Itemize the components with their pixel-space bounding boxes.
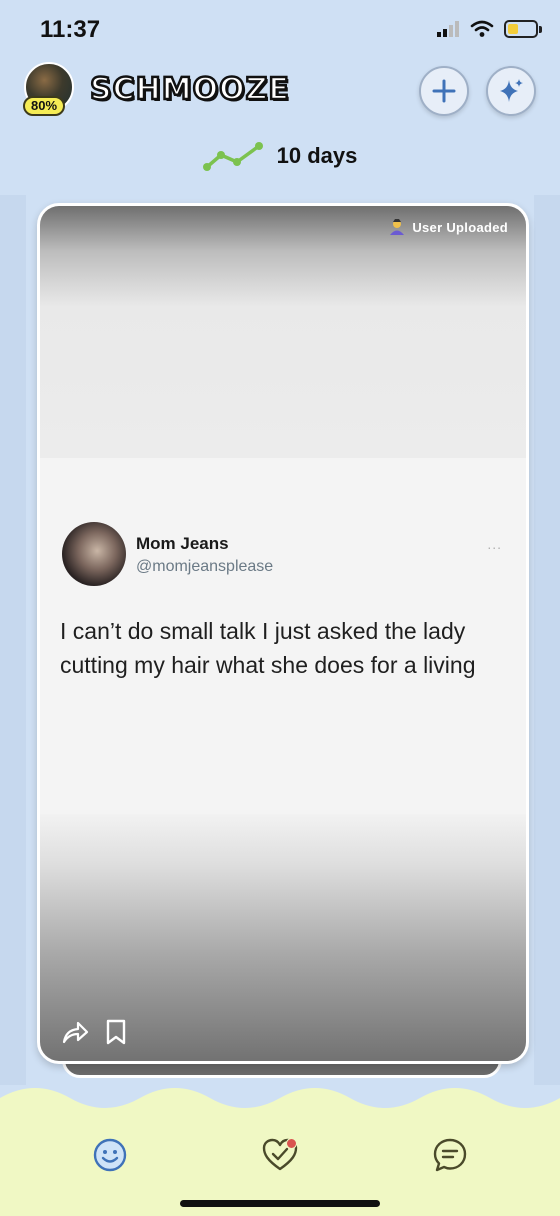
card-actions <box>60 1018 128 1046</box>
source-tag: User Uploaded <box>388 218 508 236</box>
trend-line-icon <box>202 142 263 171</box>
status-time: 11:37 <box>40 16 101 43</box>
left-card-edge <box>0 195 26 1085</box>
status-icons <box>436 20 542 38</box>
profile-percent-badge: 80% <box>23 96 66 116</box>
tweet-author-avatar <box>62 522 126 586</box>
home-indicator[interactable] <box>180 1200 380 1207</box>
battery-icon <box>504 20 542 38</box>
wifi-icon <box>470 20 494 37</box>
sparkle-button[interactable] <box>486 66 536 116</box>
bottom-nav <box>0 1130 560 1190</box>
signal-icon <box>437 21 459 37</box>
profile-avatar[interactable]: 80% <box>23 62 74 116</box>
streak-indicator: 10 days <box>0 140 560 172</box>
plus-icon <box>432 79 456 103</box>
streak-label: 10 days <box>276 143 358 168</box>
notification-dot <box>286 1138 297 1149</box>
app-screen: 11:37 80% SCHMOOZE 10 days User Uploaded… <box>0 0 560 1216</box>
status-bar: 11:37 <box>0 0 560 60</box>
tweet-more-icon: ... <box>487 536 502 552</box>
smiley-icon <box>93 1138 127 1172</box>
right-card-edge <box>534 195 560 1085</box>
tweet-author-name: Mom Jeans <box>136 534 229 553</box>
add-button[interactable] <box>419 66 469 116</box>
post-card[interactable]: User Uploaded Mom Jeans @momjeansplease … <box>37 203 529 1064</box>
app-logo: SCHMOOZE <box>89 71 290 109</box>
share-icon[interactable] <box>60 1018 90 1046</box>
nav-home[interactable] <box>85 1130 135 1180</box>
tweet-author-handle: @momjeansplease <box>136 558 274 575</box>
nav-chat[interactable] <box>425 1130 475 1180</box>
user-uploaded-icon <box>390 219 405 235</box>
sparkle-icon <box>500 79 523 102</box>
bookmark-icon[interactable] <box>104 1018 128 1046</box>
chat-icon <box>433 1138 467 1172</box>
card-top-gradient <box>40 206 526 458</box>
tweet-text: I can’t do small talk I just asked the l… <box>60 618 476 678</box>
nav-likes[interactable] <box>255 1130 305 1180</box>
source-label: User Uploaded <box>412 219 508 235</box>
